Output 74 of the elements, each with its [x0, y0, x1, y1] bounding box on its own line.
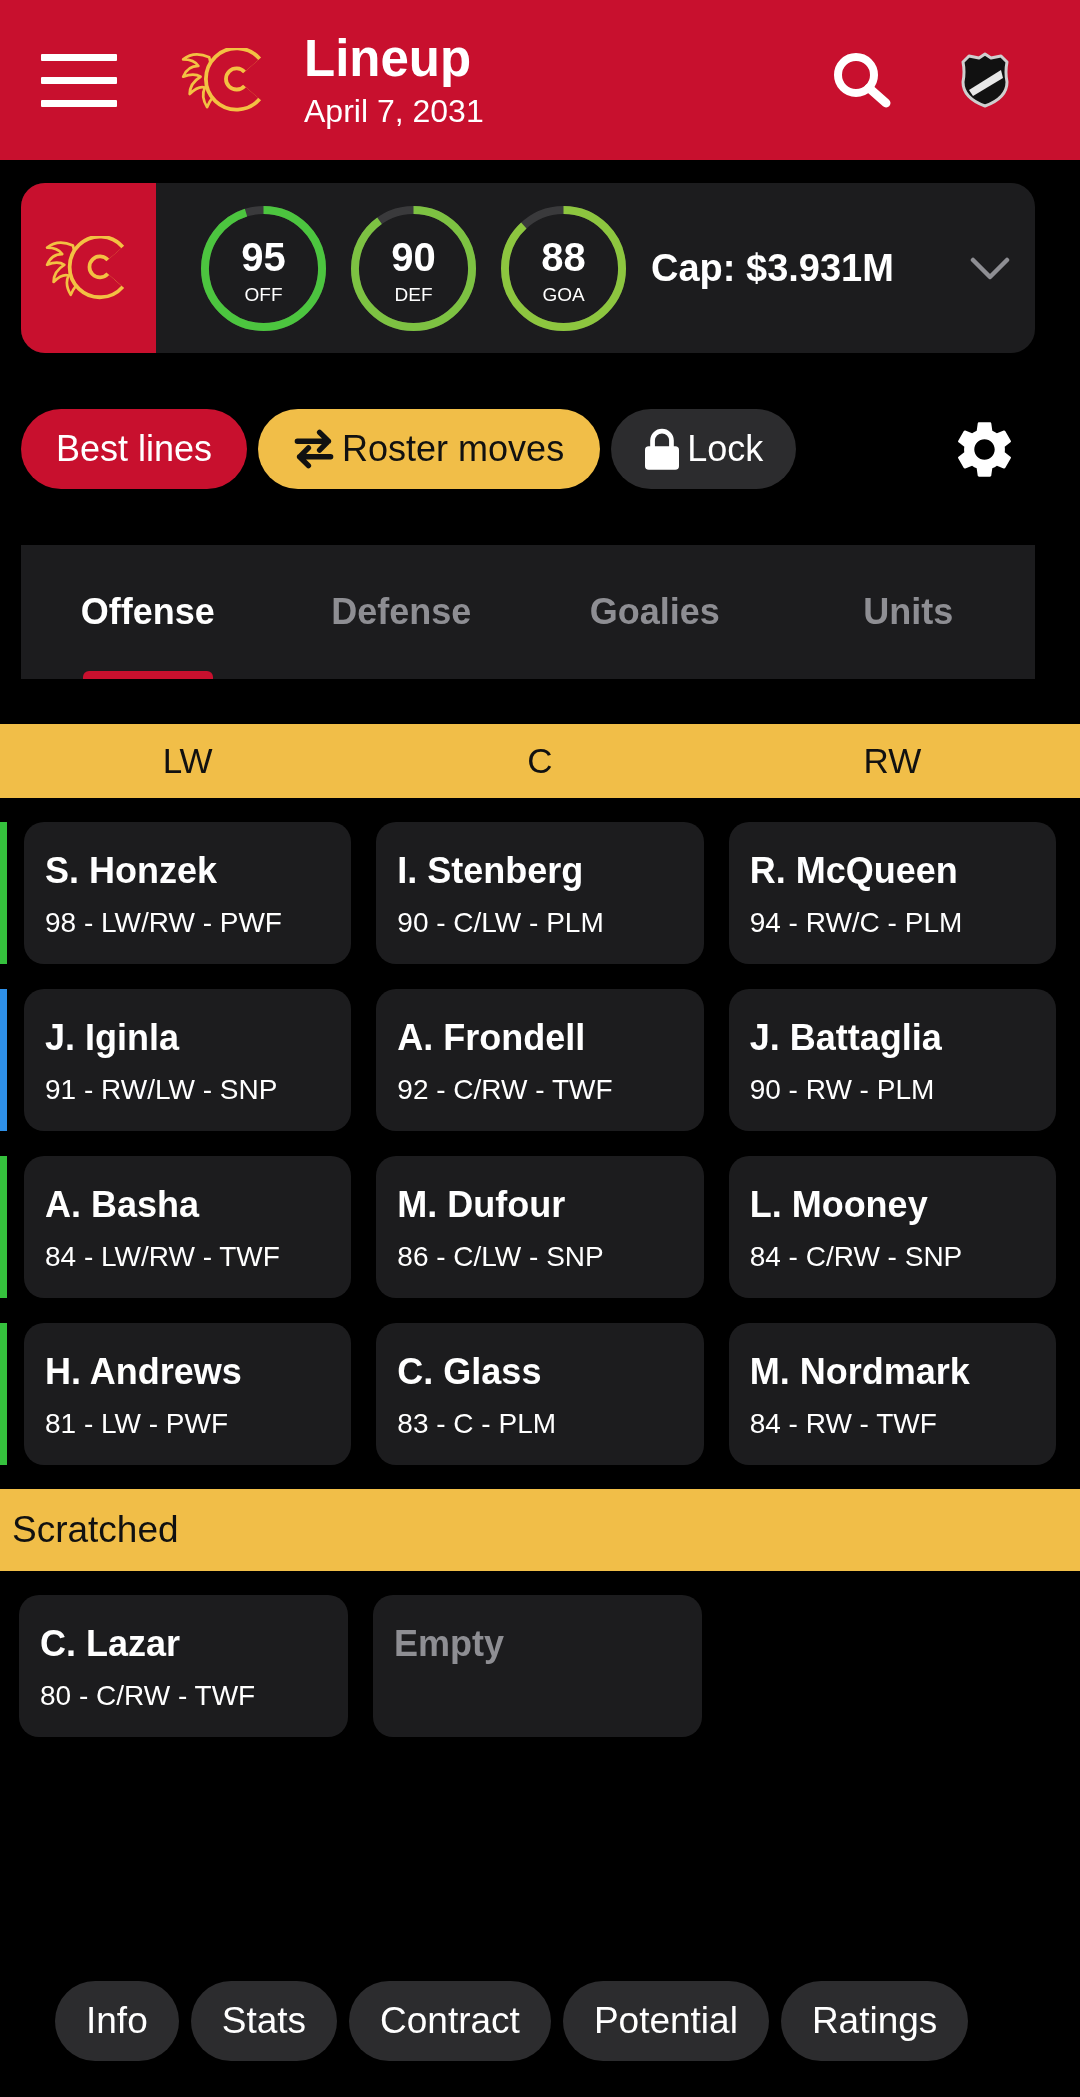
padlock-icon: [645, 428, 680, 470]
player-details: 92 - C/RW - TWF: [397, 1074, 613, 1106]
date-label: April 7, 2031: [304, 93, 484, 129]
position-label: LW: [162, 741, 213, 781]
player-card[interactable]: C. Lazar 80 - C/RW - TWF: [19, 1595, 348, 1737]
team-summary-card[interactable]: 95 OFF 90 DEF 88 GOA Cap: $3.931M: [21, 183, 1035, 353]
player-name: M. Nordmark: [749, 1351, 970, 1393]
player-name: I. Stenberg: [397, 850, 584, 892]
tab[interactable]: Goalies: [528, 545, 782, 679]
swap-arrows-icon: [294, 429, 335, 469]
position-label: RW: [863, 741, 922, 781]
player-card[interactable]: R. McQueen 94 - RW/C - PLM: [728, 822, 1056, 964]
player-card[interactable]: M. Dufour 86 - C/LW - SNP: [376, 1156, 704, 1298]
player-name: A. Basha: [45, 1184, 200, 1226]
empty-slot-label: Empty: [394, 1623, 505, 1665]
player-name: J. Battaglia: [749, 1017, 942, 1059]
roster-moves-button[interactable]: Roster moves: [258, 409, 601, 489]
rating-value: 95: [241, 234, 286, 279]
rating-value: 90: [391, 234, 436, 279]
lock-button[interactable]: Lock: [611, 409, 797, 489]
player-card[interactable]: C. Glass 83 - C - PLM: [376, 1323, 704, 1465]
search-icon[interactable]: [833, 52, 891, 108]
tab[interactable]: Units: [781, 545, 1035, 679]
player-card[interactable]: L. Mooney 84 - C/RW - SNP: [728, 1156, 1056, 1298]
player-details: 81 - LW - PWF: [45, 1408, 229, 1440]
player-details: 91 - RW/LW - SNP: [45, 1074, 278, 1106]
player-card[interactable]: S. Honzek 98 - LW/RW - PWF: [24, 822, 352, 964]
player-details: 98 - LW/RW - PWF: [45, 907, 282, 939]
player-details: 90 - RW - PLM: [749, 1074, 935, 1106]
player-card[interactable]: J. Battaglia 90 - RW - PLM: [728, 989, 1056, 1131]
player-details: 83 - C - PLM: [397, 1408, 557, 1440]
tab[interactable]: Defense: [274, 545, 528, 679]
settings-icon[interactable]: [957, 421, 1012, 477]
bottom-nav-button[interactable]: Info: [55, 1981, 179, 2061]
section-title: Scratched: [12, 1509, 179, 1551]
player-name: M. Dufour: [397, 1184, 566, 1226]
player-card[interactable]: I. Stenberg 90 - C/LW - PLM: [376, 822, 704, 964]
player-name: A. Frondell: [397, 1017, 586, 1059]
player-details: 84 - RW - TWF: [749, 1408, 937, 1440]
rating-label: OFF: [244, 283, 283, 306]
player-name: L. Mooney: [749, 1184, 928, 1226]
player-name: J. Iginla: [45, 1017, 180, 1059]
tab[interactable]: Offense: [21, 545, 275, 679]
rating-value: 88: [541, 234, 586, 279]
bottom-nav-button[interactable]: Contract: [349, 1981, 551, 2061]
rating-label: DEF: [394, 283, 433, 306]
player-card[interactable]: M. Nordmark 84 - RW - TWF: [728, 1323, 1056, 1465]
player-details: 90 - C/LW - PLM: [397, 907, 604, 939]
bottom-nav-button[interactable]: Stats: [190, 1981, 338, 2061]
shield-icon[interactable]: [961, 52, 1009, 108]
player-card[interactable]: A. Basha 84 - LW/RW - TWF: [24, 1156, 352, 1298]
empty-slot-card[interactable]: Empty: [373, 1595, 702, 1737]
position-label: C: [527, 741, 553, 781]
player-name: C. Glass: [397, 1351, 542, 1393]
player-details: 80 - C/RW - TWF: [40, 1680, 256, 1712]
rating-label: GOA: [542, 283, 585, 306]
player-card[interactable]: H. Andrews 81 - LW - PWF: [24, 1323, 352, 1465]
cap-space-label: Cap: $3.931M: [651, 246, 894, 290]
chevron-down-icon[interactable]: [970, 256, 1010, 280]
menu-icon[interactable]: [41, 53, 117, 107]
player-details: 84 - LW/RW - TWF: [45, 1241, 280, 1273]
player-card[interactable]: A. Frondell 92 - C/RW - TWF: [376, 989, 704, 1131]
player-name: R. McQueen: [749, 850, 958, 892]
player-name: C. Lazar: [40, 1623, 181, 1665]
screen-title: Lineup: [304, 31, 473, 87]
player-card[interactable]: J. Iginla 91 - RW/LW - SNP: [24, 989, 352, 1131]
player-details: 94 - RW/C - PLM: [749, 907, 963, 939]
player-details: 84 - C/RW - SNP: [749, 1241, 963, 1273]
bottom-nav-button[interactable]: Potential: [562, 1981, 769, 2061]
best-lines-button[interactable]: Best lines: [21, 409, 248, 489]
player-details: 86 - C/LW - SNP: [397, 1241, 604, 1273]
player-name: S. Honzek: [45, 850, 218, 892]
player-name: H. Andrews: [45, 1351, 242, 1393]
bottom-nav-button[interactable]: Ratings: [780, 1981, 969, 2061]
